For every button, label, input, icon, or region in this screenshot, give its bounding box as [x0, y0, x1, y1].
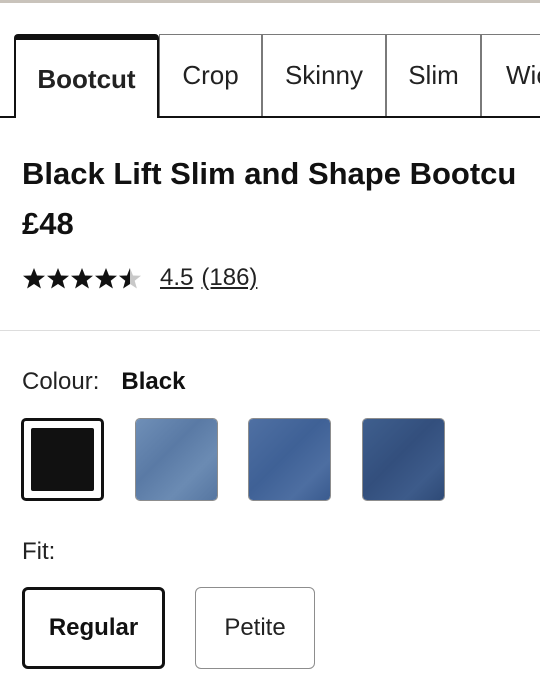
star-rating: [22, 267, 142, 289]
tab-bootcut[interactable]: Bootcut: [14, 34, 159, 118]
section-divider: [0, 330, 540, 331]
product-title: Black Lift Slim and Shape Bootcu: [22, 156, 517, 191]
half-star-icon: [119, 268, 141, 289]
swatch-fill: [136, 419, 217, 500]
product-price: £48: [22, 206, 74, 241]
star-icon: [47, 268, 69, 289]
fit-label: Fit:: [22, 538, 56, 565]
tab-crop[interactable]: Crop: [159, 34, 262, 116]
swatch-fill: [31, 428, 94, 491]
star-icon: [95, 268, 117, 289]
colour-label: Colour:: [22, 368, 100, 395]
tab-slim[interactable]: Slim: [386, 34, 481, 116]
review-count-link[interactable]: (186): [201, 264, 257, 292]
colour-swatch-light-denim[interactable]: [135, 418, 218, 501]
fit-regular-button[interactable]: Regular: [22, 587, 165, 669]
star-icon: [71, 268, 93, 289]
colour-swatch-dark-denim[interactable]: [362, 418, 445, 501]
swatch-fill: [363, 419, 444, 500]
swatch-fill: [249, 419, 330, 500]
rating-score-link[interactable]: 4.5: [160, 264, 193, 292]
star-icon: [23, 268, 45, 289]
tab-wide[interactable]: Wic: [481, 34, 540, 116]
colour-swatch-black[interactable]: [21, 418, 104, 501]
tab-skinny[interactable]: Skinny: [262, 34, 386, 116]
rating-row: 4.5 (186): [22, 262, 265, 294]
colour-selected-value: Black: [121, 368, 186, 395]
product-page: Bootcut Crop Skinny Slim Wic Black Lift …: [0, 0, 540, 699]
colour-row: Colour: Black: [22, 368, 185, 396]
fit-petite-button[interactable]: Petite: [195, 587, 315, 669]
colour-swatch-mid-denim[interactable]: [248, 418, 331, 501]
top-divider: [0, 0, 540, 3]
